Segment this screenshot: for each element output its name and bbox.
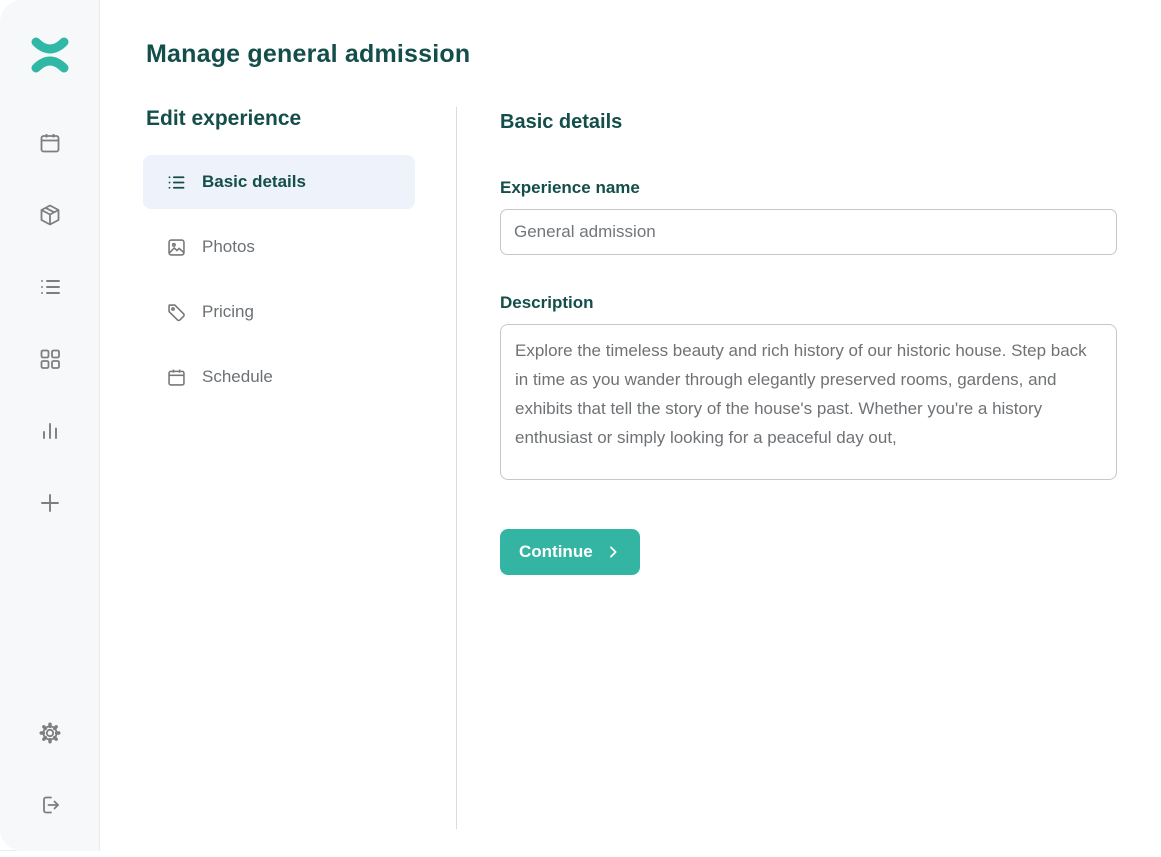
description-label: Description [500,293,1117,313]
sidebar-item-reports[interactable] [38,419,62,443]
package-icon [38,203,62,227]
sidebar-item-inventory[interactable] [38,203,62,227]
nav-item-label: Schedule [202,367,273,387]
sidebar-item-logout[interactable] [38,793,62,817]
edit-experience-nav: Edit experience Basic details [146,107,457,829]
section-title: Basic details [500,111,1117,134]
bar-chart-icon [38,419,62,443]
gear-icon [38,721,62,745]
nav-item-basic-details[interactable]: Basic details [143,155,415,209]
sidebar-item-calendar[interactable] [38,131,62,155]
logout-icon [38,793,62,817]
continue-button[interactable]: Continue [500,529,640,575]
basic-details-panel: Basic details Experience name Descriptio… [457,107,1117,829]
tag-icon [165,301,187,323]
nav-item-photos[interactable]: Photos [143,220,415,274]
nav-item-label: Basic details [202,172,306,192]
nav-heading: Edit experience [146,107,456,131]
sidebar-item-lists[interactable] [38,275,62,299]
description-textarea[interactable]: Explore the timeless beauty and rich his… [500,324,1117,480]
sidebar-bottom-rail [0,721,100,817]
app-card: Manage general admission Edit experience [0,0,1161,851]
plus-icon [38,491,62,515]
app-window: Manage general admission Edit experience [0,0,1161,857]
experience-name-input[interactable] [500,209,1117,255]
sidebar-item-apps[interactable] [38,347,62,371]
main-content: Manage general admission Edit experience [100,0,1161,851]
nav-item-label: Pricing [202,302,254,322]
chevron-right-icon [605,544,621,560]
sidebar-item-settings[interactable] [38,721,62,745]
app-logo[interactable] [0,36,100,74]
continue-button-label: Continue [519,542,593,562]
sidebar-item-add[interactable] [38,491,62,515]
calendar-icon [165,366,187,388]
experience-name-label: Experience name [500,178,1117,198]
image-icon [165,236,187,258]
sidebar-icon-rail [0,131,100,515]
nav-item-label: Photos [202,237,255,257]
calendar-icon [38,131,62,155]
grid-icon [38,347,62,371]
xola-logo-icon [30,36,70,74]
list-details-icon [165,171,187,193]
page-title: Manage general admission [146,40,1117,69]
nav-item-pricing[interactable]: Pricing [143,285,415,339]
list-icon [38,275,62,299]
nav-item-schedule[interactable]: Schedule [143,350,415,404]
nav-list: Basic details Photos [143,155,415,404]
sidebar [0,0,100,851]
